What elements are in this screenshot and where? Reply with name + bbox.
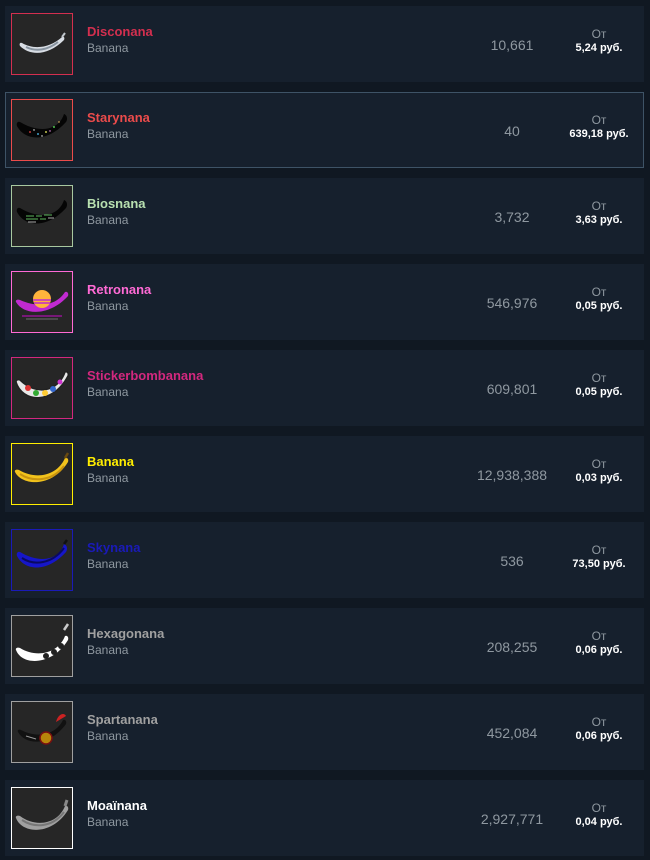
item-name-link[interactable]: Disconana — [87, 24, 153, 39]
listing-row-hexagonana[interactable]: Hexagonana Banana 208,255 От 0,06 руб. — [5, 608, 644, 684]
item-game-name: Banana — [87, 213, 129, 227]
listing-row-retronana[interactable]: Retronana Banana 546,976 От 0,05 руб. — [5, 264, 644, 340]
listing-row-starynana[interactable]: Starynana Banana 40 От 639,18 руб. — [5, 92, 644, 168]
starting-price: 73,50 руб. — [572, 558, 626, 570]
starting-price: 0,03 руб. — [575, 472, 623, 484]
starting-price: 0,04 руб. — [575, 816, 623, 828]
item-name-link[interactable]: Spartanana — [87, 712, 158, 727]
item-game-name: Banana — [87, 299, 129, 313]
item-name-link[interactable]: Banana — [87, 454, 134, 469]
item-game-name: Banana — [87, 385, 129, 399]
item-thumbnail[interactable] — [11, 787, 73, 849]
item-thumbnail[interactable] — [11, 271, 73, 333]
price-block: От 5,24 руб. — [551, 27, 647, 55]
starting-at-label: От — [591, 27, 607, 41]
price-block: От 0,03 руб. — [551, 457, 647, 485]
item-thumbnail[interactable] — [11, 701, 73, 763]
listing-row-biosnana[interactable]: Biosnana Banana 3,732 От 3,63 руб. — [5, 178, 644, 254]
starting-at-label: От — [591, 457, 607, 471]
item-thumbnail[interactable] — [11, 529, 73, 591]
item-name-link[interactable]: Skynana — [87, 540, 140, 555]
price-block: От 0,05 руб. — [551, 285, 647, 313]
item-thumbnail[interactable] — [11, 357, 73, 419]
bios-banana-icon — [16, 200, 68, 224]
starting-price: 639,18 руб. — [569, 128, 629, 140]
listing-row-stickerbombanana[interactable]: Stickerbombanana Banana 609,801 От 0,05 руб. — [5, 350, 644, 426]
price-block: От 0,06 руб. — [551, 629, 647, 657]
listing-row-skynana[interactable]: Skynana Banana 536 От 73,50 руб. — [5, 522, 644, 598]
starting-at-label: От — [591, 113, 607, 127]
price-block: От 0,05 руб. — [551, 371, 647, 399]
starry-banana-icon — [16, 114, 68, 138]
starting-price: 0,06 руб. — [575, 730, 623, 742]
sky-banana-icon — [16, 539, 68, 568]
item-name-link[interactable]: Retronana — [87, 282, 151, 297]
disco-banana-icon — [19, 32, 66, 53]
yellow-banana-icon — [14, 452, 70, 483]
item-thumbnail[interactable] — [11, 615, 73, 677]
listing-row-moaïnana[interactable]: Moaïnana Banana 2,927,771 От 0,04 руб. — [5, 780, 644, 856]
price-block: От 3,63 руб. — [551, 199, 647, 227]
sticker-banana-icon — [15, 371, 69, 399]
hexagon-banana-icon — [15, 623, 70, 661]
starting-at-label: От — [591, 801, 607, 815]
item-name-link[interactable]: Hexagonana — [87, 626, 164, 641]
item-thumbnail[interactable] — [11, 443, 73, 505]
item-thumbnail[interactable] — [11, 185, 73, 247]
listing-row-spartanana[interactable]: Spartanana Banana 452,084 От 0,06 руб. — [5, 694, 644, 770]
item-game-name: Banana — [87, 815, 129, 829]
listing-row-banana[interactable]: Banana Banana 12,938,388 От 0,03 руб. — [5, 436, 644, 512]
starting-price: 0,05 руб. — [575, 300, 623, 312]
item-thumbnail[interactable] — [11, 99, 73, 161]
price-block: От 639,18 руб. — [551, 113, 647, 141]
retro-banana-icon — [15, 290, 69, 320]
item-name-link[interactable]: Stickerbombanana — [87, 368, 203, 383]
market-listing-list: Disconana Banana 10,661 От 5,24 руб. Starynan… — [0, 0, 650, 860]
starting-at-label: От — [591, 629, 607, 643]
starting-at-label: От — [591, 371, 607, 385]
price-block: От 0,04 руб. — [551, 801, 647, 829]
starting-price: 3,63 руб. — [575, 214, 623, 226]
listing-row-disconana[interactable]: Disconana Banana 10,661 От 5,24 руб. — [5, 6, 644, 82]
starting-price: 0,06 руб. — [575, 644, 623, 656]
item-name-link[interactable]: Biosnana — [87, 196, 146, 211]
starting-at-label: От — [591, 199, 607, 213]
item-game-name: Banana — [87, 557, 129, 571]
item-thumbnail[interactable] — [11, 13, 73, 75]
starting-price: 0,05 руб. — [575, 386, 623, 398]
item-game-name: Banana — [87, 471, 129, 485]
item-name-link[interactable]: Moaïnana — [87, 798, 147, 813]
starting-at-label: От — [591, 715, 607, 729]
item-name-link[interactable]: Starynana — [87, 110, 150, 125]
item-game-name: Banana — [87, 41, 129, 55]
spartan-banana-icon — [17, 714, 67, 745]
moai-banana-icon — [15, 799, 69, 830]
starting-at-label: От — [591, 285, 607, 299]
item-game-name: Banana — [87, 643, 129, 657]
item-game-name: Banana — [87, 729, 129, 743]
price-block: От 0,06 руб. — [551, 715, 647, 743]
price-block: От 73,50 руб. — [551, 543, 647, 571]
starting-at-label: От — [591, 543, 607, 557]
item-game-name: Banana — [87, 127, 129, 141]
starting-price: 5,24 руб. — [575, 42, 623, 54]
